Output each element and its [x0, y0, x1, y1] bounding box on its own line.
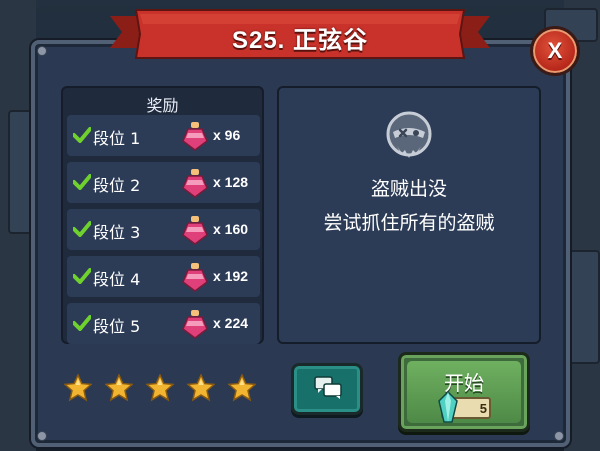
- crystal-gem-icon: [438, 391, 458, 423]
- background-tile: [568, 250, 600, 364]
- rivet: [37, 46, 47, 56]
- check-icon: [73, 174, 91, 190]
- reward-row-tier-5: 段位 5 x 224: [67, 303, 260, 344]
- chat-button[interactable]: [291, 363, 363, 415]
- check-icon: [73, 221, 91, 237]
- reward-row-tier-4: 段位 4 x 192: [67, 256, 260, 297]
- objective-title: 盗贼出没: [370, 178, 447, 200]
- pink-potion-icon: [182, 216, 208, 245]
- rivet: [37, 431, 47, 441]
- reward-row-tier-1: 段位 1 x 96: [67, 115, 260, 156]
- start-button[interactable]: 开始 5: [398, 352, 530, 432]
- gold-star-icon: [228, 374, 256, 402]
- tier-label: 段位 5: [93, 317, 141, 336]
- reward-quantity: x 224: [213, 315, 249, 331]
- rewards-title: 奖励: [146, 96, 179, 115]
- level-title: S25. 正弦谷: [231, 27, 369, 54]
- check-icon: [73, 315, 91, 331]
- start-button-label: 开始: [444, 371, 484, 395]
- tier-label: 段位 4: [93, 270, 141, 289]
- close-button-label: X: [547, 38, 563, 63]
- reward-row-tier-3: 段位 3 x 160: [67, 209, 260, 250]
- close-button[interactable]: X: [530, 26, 580, 76]
- gold-star-icon: [187, 374, 215, 402]
- reward-quantity: x 96: [213, 127, 241, 143]
- objective-panel: 盗贼出没 尝试抓住所有的盗贼: [277, 86, 541, 344]
- tier-label: 段位 3: [93, 223, 141, 242]
- pink-potion-icon: [182, 263, 208, 292]
- gold-star-icon: [105, 374, 133, 402]
- gold-star-icon: [64, 374, 92, 402]
- title-ribbon: S25. 正弦谷: [110, 8, 490, 60]
- rivet: [554, 431, 564, 441]
- start-button-face: 开始 5: [407, 361, 521, 423]
- gold-star-icon: [146, 374, 174, 402]
- pink-potion-icon: [182, 169, 208, 198]
- reward-row-tier-2: 段位 2 x 128: [67, 162, 260, 203]
- rewards-panel: 奖励 段位 1 x 96 段位 2 x 128 段位 3 x 160 段位 4 …: [61, 86, 264, 344]
- tier-label: 段位 1: [93, 129, 141, 148]
- reward-quantity: x 160: [213, 221, 249, 237]
- tier-label: 段位 2: [93, 176, 141, 195]
- check-icon: [73, 268, 91, 284]
- pink-potion-icon: [182, 122, 208, 151]
- check-icon: [73, 127, 91, 143]
- reward-quantity: x 128: [213, 174, 249, 190]
- thief-mask-icon: [386, 111, 432, 158]
- reward-quantity: x 192: [213, 268, 249, 284]
- chat-bubbles-icon: [314, 376, 342, 399]
- objective-description: 尝试抓住所有的盗贼: [323, 212, 495, 234]
- pink-potion-icon: [182, 310, 208, 339]
